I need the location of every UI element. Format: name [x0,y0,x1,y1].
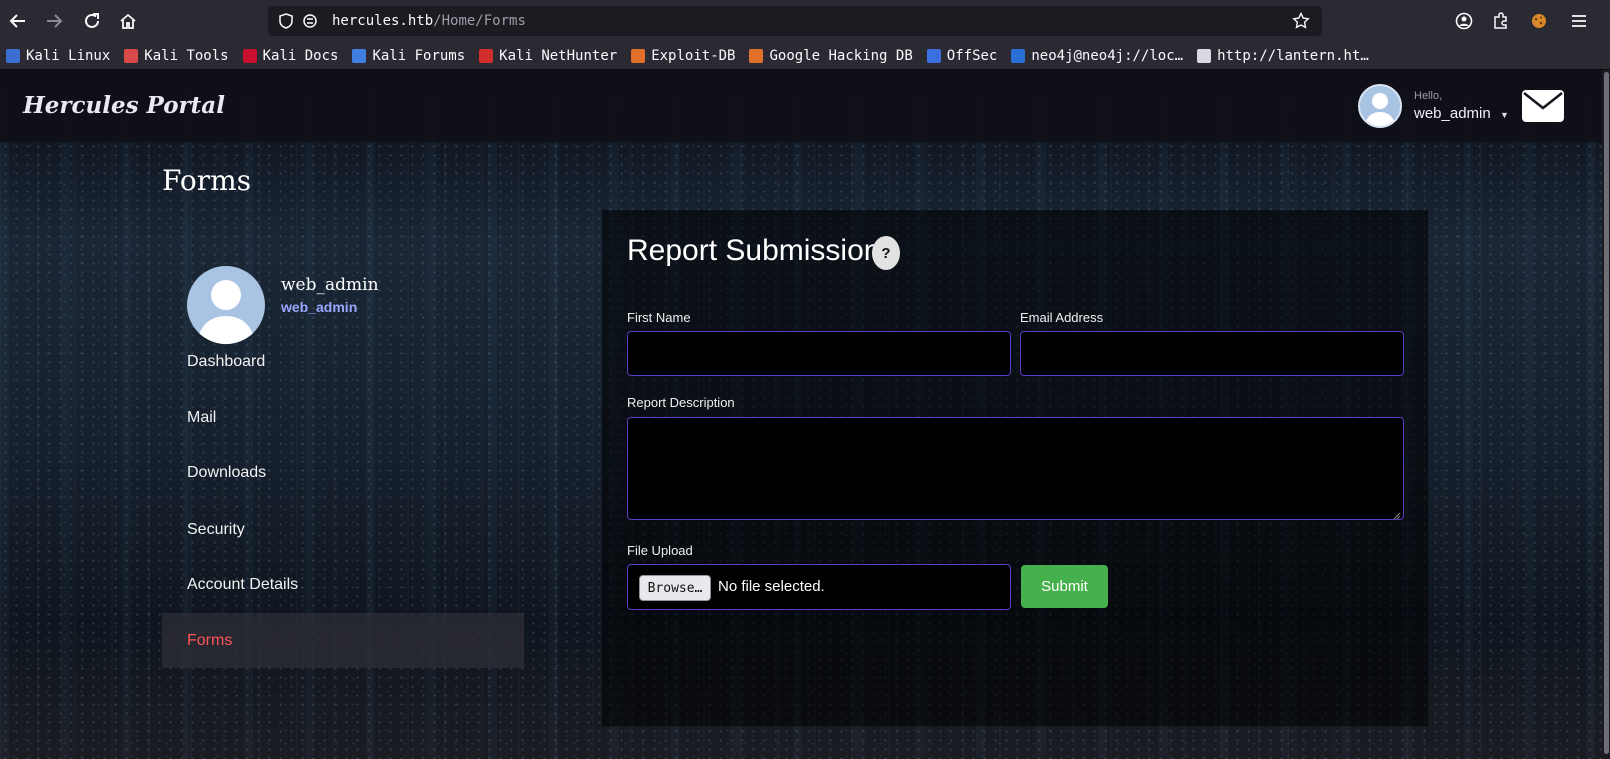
first-name-label: First Name [627,310,691,325]
bookmark-item[interactable]: Google Hacking DB [749,47,913,64]
bookmark-item[interactable]: Kali Tools [124,47,229,64]
exploit-db-icon [631,48,646,63]
form-title: Report Submission [627,234,881,267]
user-menu-toggle[interactable]: web_admin [1414,105,1491,122]
sidebar-item-account-details[interactable]: Account Details [162,557,524,612]
extensions-icon [1494,12,1507,29]
bookmark-item[interactable]: Kali NetHunter [479,48,617,64]
ghdb-icon [749,48,764,63]
kali-icon [6,48,20,63]
resize-grip-icon[interactable] [1391,510,1401,520]
nethunter-icon [479,48,494,63]
bookmark-item[interactable]: OffSec [926,47,998,64]
site-header: Hercules Portal Hello, web_admin ▼ [0,70,1602,142]
account-icon [1455,12,1473,30]
report-description-label: Report Description [627,395,735,410]
profile-role: web_admin [281,299,358,315]
web-page: Hercules Portal Hello, web_admin ▼ Forms… [0,70,1602,759]
reload-icon [85,13,99,28]
scrollbar-thumb[interactable] [1604,72,1609,754]
sidebar-item-downloads[interactable]: Downloads [162,445,524,500]
bookmark-item[interactable]: Kali Docs [242,47,339,64]
terminal-icon [1011,48,1026,63]
bookmark-item[interactable]: Exploit-DB [631,48,735,64]
bookmark-label: http://lantern.ht… [1217,47,1369,64]
profile-avatar [187,266,265,344]
brand-logo[interactable]: Hercules Portal [23,92,225,119]
account-button[interactable] [1452,9,1476,33]
bookmark-label: Kali Docs [262,47,339,64]
cookie-icon [1532,14,1546,28]
bookmark-label: OffSec [946,47,998,64]
bookmark-label: Kali Tools [144,47,229,64]
kali-docs-icon [242,48,257,63]
bookmark-label: Kali Forums [372,47,466,64]
bookmark-item[interactable]: neo4j@neo4j://loc… [1011,48,1183,64]
extensions-button[interactable] [1489,9,1513,33]
reload-button[interactable] [80,9,104,33]
sidebar-item-mail[interactable]: Mail [162,390,524,445]
file-status-text: No file selected. [718,578,825,595]
mail-icon[interactable] [1520,84,1566,128]
kali-tools-icon [124,48,139,63]
bookmark-label: Exploit-DB [651,47,736,64]
extension-cookie-button[interactable] [1527,9,1551,33]
bookmark-label: neo4j@neo4j://loc… [1031,47,1184,64]
user-avatar[interactable] [1358,84,1402,128]
forward-button[interactable] [42,9,66,33]
page-info-icon [303,14,317,28]
url-host: hercules.htb [332,13,434,29]
bookmark-item[interactable]: Kali Forums [352,48,465,64]
email-label: Email Address [1020,310,1104,325]
profile-name: web_admin [281,275,379,295]
browser-toolbar: hercules.htb/Home/Forms [0,0,1610,42]
bookmark-item[interactable]: http://lantern.ht… [1197,48,1369,64]
home-button[interactable] [116,9,140,33]
back-button[interactable] [6,9,30,33]
bookmarks-bar: Kali Linux Kali Tools Kali Docs Kali Forums… [0,42,1610,70]
bookmark-label: Kali Linux [26,47,111,64]
caret-down-icon[interactable]: ▼ [1500,110,1509,120]
bookmark-label: Google Hacking DB [769,47,913,64]
home-icon [120,13,136,29]
help-button[interactable]: ? [872,236,900,270]
browse-button[interactable]: Browse… [639,575,711,601]
bookmark-label: Kali NetHunter [499,47,618,64]
hamburger-menu-icon [1572,15,1586,27]
url-bar[interactable]: hercules.htb/Home/Forms [268,6,1322,36]
menu-button[interactable] [1567,9,1591,33]
forward-arrow-icon [47,14,63,28]
kali-forums-icon [352,48,367,63]
url-text: hercules.htb/Home/Forms [332,13,526,29]
sidebar-item-dashboard[interactable]: Dashboard [162,334,524,389]
sidebar-item-forms[interactable]: Forms [162,613,524,668]
email-field[interactable] [1020,331,1404,376]
greeting-text: Hello, [1414,90,1443,102]
bookmark-item[interactable]: Kali Linux [6,48,110,64]
url-path: /Home/Forms [433,13,526,29]
file-upload-label: File Upload [627,543,693,558]
shield-icon [279,13,293,29]
page-icon [1197,48,1212,63]
user-silhouette-icon [197,280,255,344]
page-title: Forms [162,164,252,197]
submit-button[interactable]: Submit [1021,565,1108,608]
offsec-icon [926,48,941,63]
report-description-field[interactable] [627,417,1404,520]
first-name-field[interactable] [627,331,1011,376]
back-arrow-icon [9,14,25,28]
sidebar-item-security[interactable]: Security [162,502,524,557]
user-silhouette-icon [1365,93,1395,126]
bookmark-star-icon[interactable] [1292,12,1310,30]
